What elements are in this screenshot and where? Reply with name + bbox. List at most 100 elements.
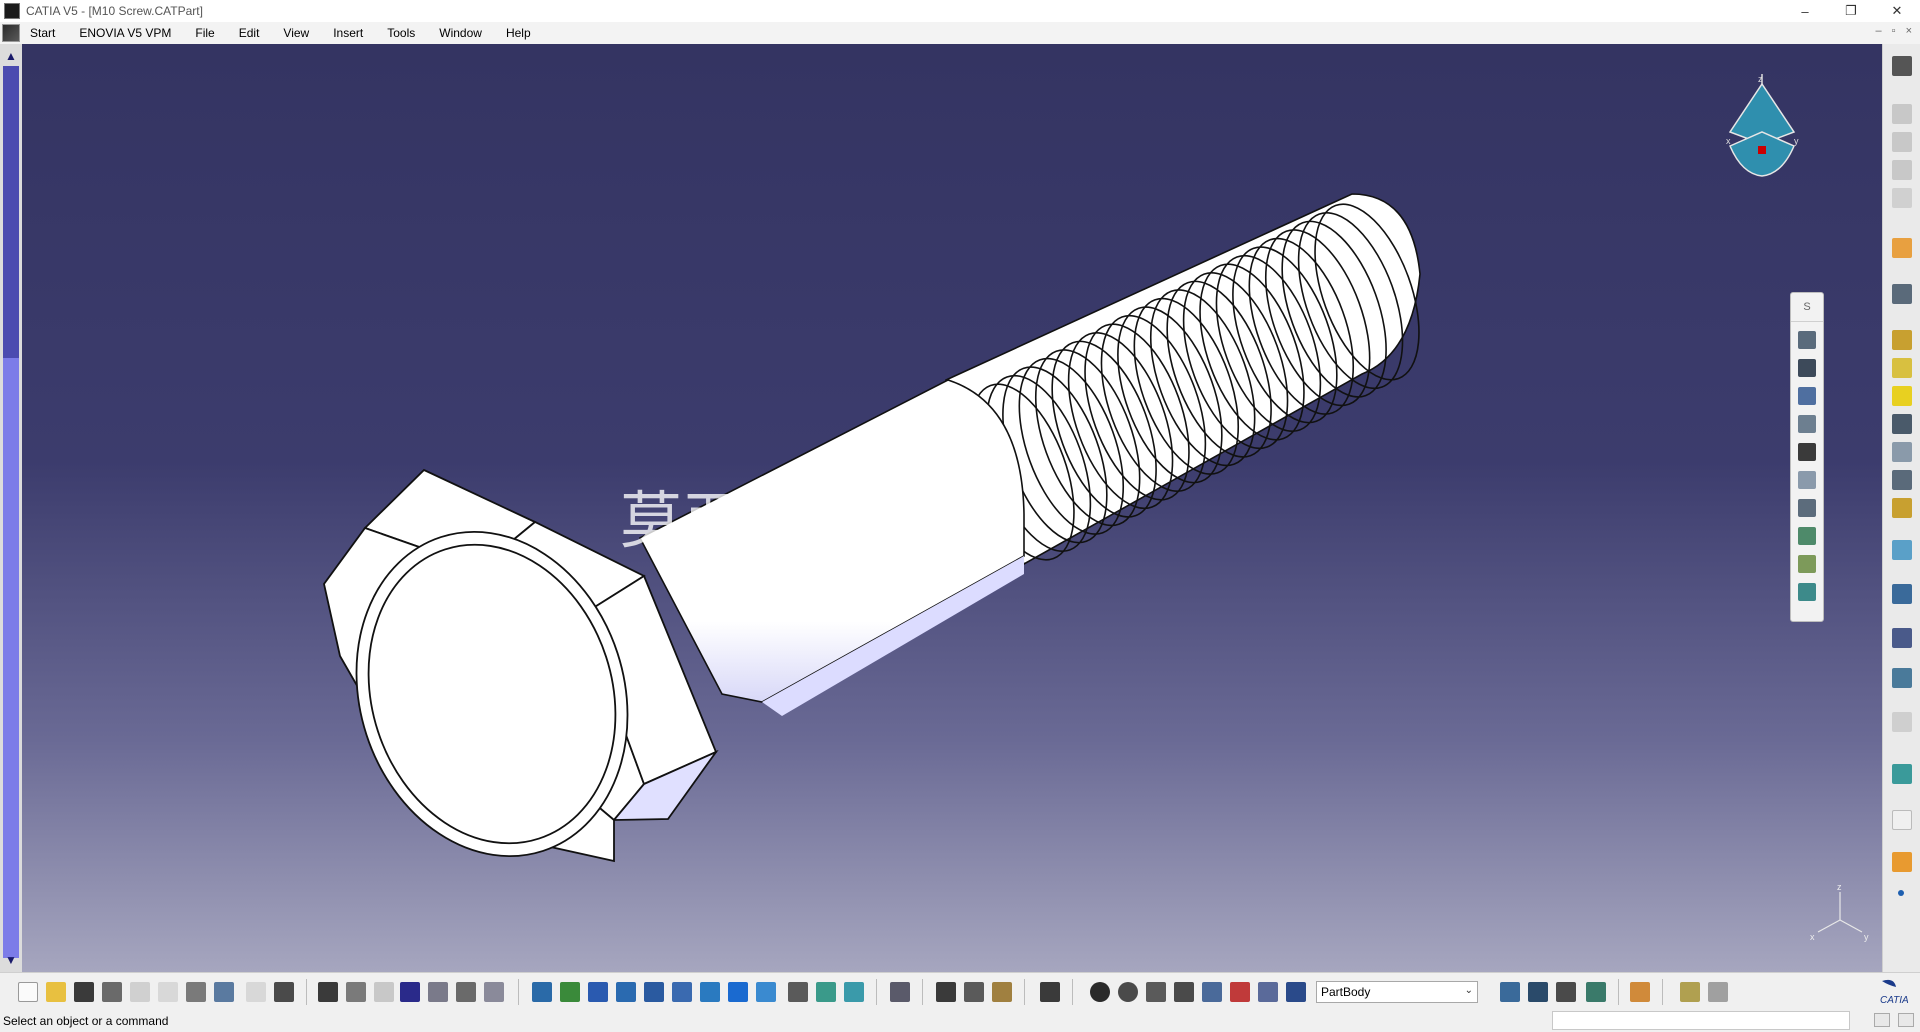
menu-help[interactable]: Help [494, 26, 543, 40]
minimize-button[interactable]: – [1782, 0, 1828, 22]
groove-icon[interactable] [1892, 238, 1912, 258]
zoom-in-icon[interactable] [644, 982, 664, 1002]
print-icon[interactable] [102, 982, 122, 1002]
apply-icon[interactable] [1708, 982, 1728, 1002]
lock-icon[interactable] [374, 982, 394, 1002]
sheet-metal-icon[interactable] [1630, 982, 1650, 1002]
layout-button[interactable] [1874, 1013, 1890, 1027]
menu-edit[interactable]: Edit [227, 26, 272, 40]
annotation-icon[interactable] [1892, 668, 1912, 688]
menu-window[interactable]: Window [427, 26, 494, 40]
scaling-icon[interactable] [1892, 628, 1912, 648]
left-scrollbar[interactable]: ▲ ▼ [0, 44, 22, 972]
rotate-icon[interactable] [616, 982, 636, 1002]
3d-viewport[interactable]: z x y z x y 莫西 .com [22, 44, 1882, 972]
axis-system-icon[interactable] [1146, 982, 1166, 1002]
zoom-out-icon[interactable] [672, 982, 692, 1002]
measure-inertia-icon[interactable] [992, 982, 1012, 1002]
plane-icon[interactable] [1798, 359, 1816, 377]
scroll-up-arrow-icon[interactable]: ▲ [3, 48, 19, 64]
catalog-icon[interactable] [456, 982, 476, 1002]
surface-icon[interactable] [1586, 982, 1606, 1002]
part-geometry[interactable]: z x y z x y [22, 44, 1882, 972]
measure-between-icon[interactable] [936, 982, 956, 1002]
shading-icon[interactable] [788, 982, 808, 1002]
menu-file[interactable]: File [183, 26, 226, 40]
rib-icon[interactable] [1892, 330, 1912, 350]
hole-icon[interactable] [1892, 284, 1912, 304]
fly-mode-icon[interactable] [532, 982, 552, 1002]
save-icon[interactable] [74, 982, 94, 1002]
mirror-icon[interactable] [1892, 540, 1912, 560]
define-work-object-icon[interactable] [1286, 982, 1306, 1002]
no-show-icon[interactable] [1230, 982, 1250, 1002]
mdi-close-button[interactable]: × [1906, 25, 1912, 37]
hole-icon[interactable] [1798, 443, 1816, 461]
generative-shape-icon[interactable] [1528, 982, 1548, 1002]
redo-icon[interactable] [246, 982, 266, 1002]
menu-insert[interactable]: Insert [321, 26, 375, 40]
menu-tools[interactable]: Tools [375, 26, 427, 40]
pad-icon[interactable] [1892, 132, 1912, 152]
rib-icon[interactable] [1798, 471, 1816, 489]
scroll-track[interactable] [3, 358, 19, 958]
mdi-restore-button[interactable]: ▫ [1892, 25, 1896, 37]
compass-icon[interactable]: z x y [1726, 74, 1799, 177]
normal-view-icon[interactable] [700, 982, 720, 1002]
layer-icon[interactable] [1258, 982, 1278, 1002]
fillet-icon[interactable] [1892, 358, 1912, 378]
floating-toolbar[interactable]: S [1790, 292, 1824, 622]
thread-icon[interactable] [1892, 498, 1912, 518]
draft-icon[interactable] [1892, 414, 1912, 434]
undo-icon[interactable] [214, 982, 234, 1002]
formula-icon[interactable] [318, 982, 338, 1002]
units-icon[interactable] [1174, 982, 1194, 1002]
iso-view-icon[interactable] [756, 982, 776, 1002]
menu-start[interactable]: Start [26, 26, 67, 40]
reference-element-icon[interactable] [1798, 331, 1816, 349]
multi-section-icon[interactable] [1798, 583, 1816, 601]
paste-icon[interactable] [186, 982, 206, 1002]
part-body-select[interactable]: PartBody ⌄ [1316, 981, 1478, 1003]
camera-icon[interactable] [1040, 982, 1060, 1002]
sketcher-icon[interactable] [1500, 982, 1520, 1002]
menu-enovia[interactable]: ENOVIA V5 VPM [67, 26, 183, 40]
chevron-down-icon[interactable]: ⌄ [1465, 985, 1473, 996]
dimension-icon[interactable] [1892, 810, 1912, 830]
hide-show-icon[interactable] [816, 982, 836, 1002]
new-file-icon[interactable] [18, 982, 38, 1002]
sketch-icon[interactable] [1892, 104, 1912, 124]
command-input[interactable] [1552, 1011, 1850, 1030]
shell-icon[interactable] [1892, 442, 1912, 462]
cut-icon[interactable] [130, 982, 150, 1002]
apply-material-icon[interactable] [1090, 982, 1110, 1002]
solid-icon[interactable] [1798, 527, 1816, 545]
pocket-icon[interactable] [1892, 160, 1912, 180]
table-icon[interactable] [400, 982, 420, 1002]
sketch-based-icon[interactable] [1798, 555, 1816, 573]
scroll-down-arrow-icon[interactable]: ▼ [3, 952, 19, 968]
text-icon[interactable] [1892, 712, 1912, 732]
copy-icon[interactable] [158, 982, 178, 1002]
multi-view-icon[interactable] [728, 982, 748, 1002]
pocket-icon[interactable] [1798, 415, 1816, 433]
shaft-icon[interactable] [1892, 188, 1912, 208]
swap-space-icon[interactable] [844, 982, 864, 1002]
whats-this-icon[interactable] [274, 982, 294, 1002]
point-icon[interactable] [1898, 890, 1904, 896]
menu-view[interactable]: View [271, 26, 321, 40]
mouse-navigation-icon[interactable] [1118, 982, 1138, 1002]
hierarchy-icon[interactable] [428, 982, 448, 1002]
update-icon[interactable] [890, 982, 910, 1002]
mdi-minimize-button[interactable]: – [1876, 25, 1882, 37]
knowledge-icon[interactable] [346, 982, 366, 1002]
open-folder-icon[interactable] [46, 982, 66, 1002]
restore-button[interactable]: ❐ [1828, 0, 1874, 22]
pattern-icon[interactable] [1892, 584, 1912, 604]
pan-icon[interactable] [588, 982, 608, 1002]
chamfer-icon[interactable] [1892, 386, 1912, 406]
gear-icon[interactable] [1892, 56, 1912, 76]
tree-toggle-button[interactable] [1898, 1013, 1914, 1027]
floating-toolbar-header[interactable]: S [1791, 293, 1823, 322]
document-icon[interactable] [2, 24, 20, 42]
